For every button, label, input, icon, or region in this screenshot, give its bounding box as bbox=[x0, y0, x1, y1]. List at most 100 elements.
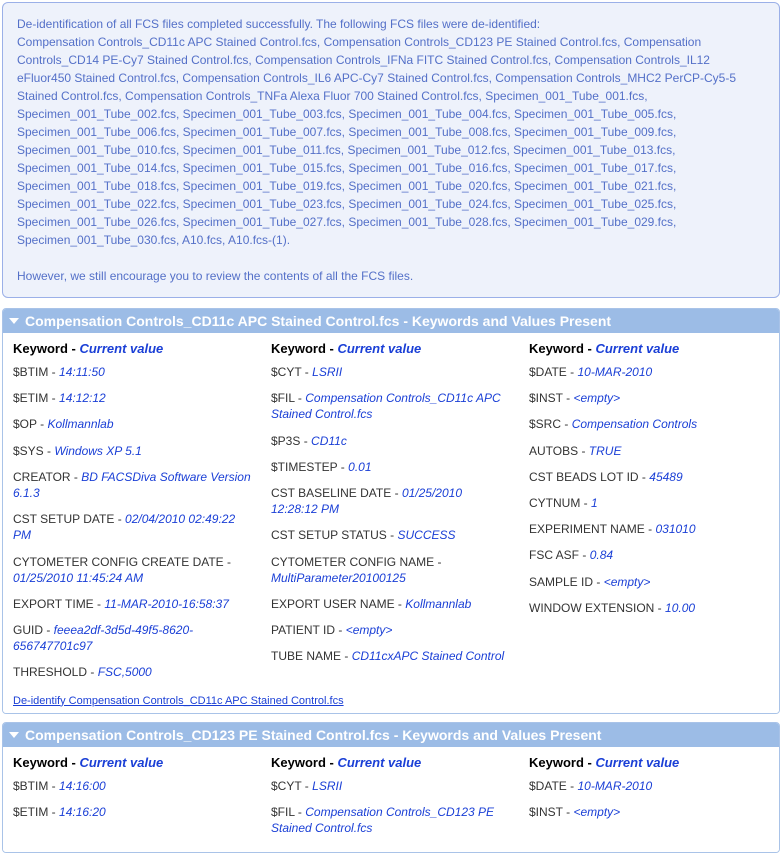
panel-body: Keyword - Current value$BTIM - 14:16:00$… bbox=[3, 747, 779, 853]
keyword-value: TRUE bbox=[589, 444, 622, 458]
keyword-row: CYTNUM - 1 bbox=[529, 495, 769, 511]
keyword-row: $BTIM - 14:16:00 bbox=[13, 778, 253, 794]
panel-header[interactable]: Compensation Controls_CD11c APC Stained … bbox=[3, 309, 779, 333]
keyword-name: AUTOBS bbox=[529, 444, 578, 458]
keyword-row: $DATE - 10-MAR-2010 bbox=[529, 778, 769, 794]
keyword-value: 11-MAR-2010-16:58:37 bbox=[104, 597, 229, 611]
deid-notice: De-identification of all FCS files compl… bbox=[2, 2, 780, 298]
keyword-value: 14:12:12 bbox=[59, 391, 106, 405]
keyword-value: Windows XP 5.1 bbox=[54, 444, 142, 458]
keyword-row: $CYT - LSRII bbox=[271, 364, 511, 380]
keyword-row: $DATE - 10-MAR-2010 bbox=[529, 364, 769, 380]
keyword-value: 0.01 bbox=[348, 460, 371, 474]
keyword-name: $FIL bbox=[271, 391, 295, 405]
keyword-row: WINDOW EXTENSION - 10.00 bbox=[529, 600, 769, 616]
panel-title: Compensation Controls_CD11c APC Stained … bbox=[25, 313, 611, 329]
keyword-value: FSC,5000 bbox=[98, 665, 152, 679]
col-head-current-value: Current value bbox=[79, 341, 163, 356]
keyword-row: CST BASELINE DATE - 01/25/2010 12:28:12 … bbox=[271, 485, 511, 517]
column-header: Keyword - Current value bbox=[13, 755, 253, 770]
col-head-keyword: Keyword bbox=[271, 755, 326, 770]
keyword-column: Keyword - Current value$CYT - LSRII$FIL … bbox=[271, 341, 511, 691]
panel-body: Keyword - Current value $BTIM - 14:11:50 $… bbox=[3, 333, 779, 713]
keyword-value: 10.00 bbox=[665, 601, 695, 615]
collapse-icon bbox=[9, 732, 19, 738]
keyword-row: $ETIM - 14:12:12 bbox=[13, 390, 253, 406]
keyword-value: MultiParameter20100125 bbox=[271, 571, 406, 585]
keyword-value: CD11cxAPC Stained Control bbox=[352, 649, 505, 663]
keyword-name: EXPERIMENT NAME bbox=[529, 522, 645, 536]
keyword-row: CYTOMETER CONFIG CREATE DATE - 01/25/201… bbox=[13, 554, 253, 586]
panel-title: Compensation Controls_CD123 PE Stained C… bbox=[25, 727, 601, 743]
column-header: Keyword - Current value bbox=[271, 755, 511, 770]
keyword-value: 031010 bbox=[655, 522, 695, 536]
keyword-name: $CYT bbox=[271, 365, 301, 379]
column-header: Keyword - Current value bbox=[13, 341, 253, 356]
keyword-name: CYTOMETER CONFIG NAME bbox=[271, 555, 434, 569]
keyword-value: <empty> bbox=[573, 391, 620, 405]
keyword-column: Keyword - Current value$BTIM - 14:16:00$… bbox=[13, 755, 253, 847]
keyword-value: CD11c bbox=[311, 434, 347, 448]
keyword-name: GUID bbox=[13, 623, 43, 637]
keywords-panel: Compensation Controls_CD11c APC Stained … bbox=[2, 308, 780, 714]
keyword-name: PATIENT ID bbox=[271, 623, 335, 637]
keyword-row: $BTIM - 14:11:50 bbox=[13, 364, 253, 380]
keyword-row: $INST - <empty> bbox=[529, 804, 769, 820]
keyword-value: <empty> bbox=[346, 623, 393, 637]
keyword-value: Kollmannlab bbox=[47, 417, 113, 431]
keyword-row: AUTOBS - TRUE bbox=[529, 443, 769, 459]
keyword-name: EXPORT USER NAME bbox=[271, 597, 395, 611]
keyword-name: $TIMESTEP bbox=[271, 460, 337, 474]
keyword-row: THRESHOLD - FSC,5000 bbox=[13, 664, 253, 680]
keyword-column: Keyword - Current value $BTIM - 14:11:50 $… bbox=[13, 341, 253, 691]
keyword-row: $CYT - LSRII bbox=[271, 778, 511, 794]
keyword-value: Compensation Controls_CD123 PE Stained C… bbox=[271, 805, 494, 835]
keyword-row: CST BEADS LOT ID - 45489 bbox=[529, 469, 769, 485]
keyword-column: Keyword - Current value $DATE - 10-MAR-20… bbox=[529, 755, 769, 847]
keyword-row: $ETIM - 14:16:20 bbox=[13, 804, 253, 820]
keyword-name: WINDOW EXTENSION bbox=[529, 601, 654, 615]
keyword-value: 0.84 bbox=[590, 548, 613, 562]
keyword-value: Kollmannlab bbox=[405, 597, 471, 611]
keyword-name: SAMPLE ID bbox=[529, 575, 593, 589]
keyword-column: Keyword - Current value $DATE - 10-MAR-20… bbox=[529, 341, 769, 691]
keyword-name: $FIL bbox=[271, 805, 295, 819]
column-header: Keyword - Current value bbox=[529, 341, 769, 356]
keyword-name: $BTIM bbox=[13, 779, 48, 793]
keyword-row: $TIMESTEP - 0.01 bbox=[271, 459, 511, 475]
keyword-name: $INST bbox=[529, 805, 563, 819]
panel-header[interactable]: Compensation Controls_CD123 PE Stained C… bbox=[3, 723, 779, 747]
keyword-row: CYTOMETER CONFIG NAME - MultiParameter20… bbox=[271, 554, 511, 586]
notice-outro: However, we still encourage you to revie… bbox=[17, 267, 765, 285]
keyword-value: LSRII bbox=[312, 779, 342, 793]
keyword-value: Compensation Controls_CD11c APC Stained … bbox=[271, 391, 501, 421]
keyword-row: $P3S - CD11c bbox=[271, 433, 511, 449]
keywords-panel: Compensation Controls_CD123 PE Stained C… bbox=[2, 722, 780, 854]
keyword-row: GUID - feeea2df-3d5d-49f5-8620-656747701… bbox=[13, 622, 253, 654]
keyword-row: CST SETUP DATE - 02/04/2010 02:49:22 PM bbox=[13, 511, 253, 543]
col-head-keyword: Keyword bbox=[529, 755, 584, 770]
keyword-name: CST SETUP DATE bbox=[13, 512, 114, 526]
keyword-name: $INST bbox=[529, 391, 563, 405]
keyword-name: CST SETUP STATUS bbox=[271, 528, 387, 542]
col-head-keyword: Keyword bbox=[13, 755, 68, 770]
keyword-value: 14:11:50 bbox=[59, 365, 105, 379]
column-header: Keyword - Current value bbox=[529, 755, 769, 770]
col-head-current-value: Current value bbox=[337, 755, 421, 770]
col-head-current-value: Current value bbox=[595, 341, 679, 356]
col-head-keyword: Keyword bbox=[271, 341, 326, 356]
keyword-value: <empty> bbox=[573, 805, 620, 819]
keyword-value: 01/25/2010 11:45:24 AM bbox=[13, 571, 143, 585]
keyword-value: 14:16:00 bbox=[59, 779, 106, 793]
col-head-current-value: Current value bbox=[595, 755, 679, 770]
keyword-name: CYTOMETER CONFIG CREATE DATE bbox=[13, 555, 224, 569]
deidentify-link[interactable]: De-identify Compensation Controls_CD11c … bbox=[13, 695, 344, 707]
keyword-value: 1 bbox=[591, 496, 598, 510]
keyword-row: $FIL - Compensation Controls_CD11c APC S… bbox=[271, 390, 511, 422]
keyword-name: $SYS bbox=[13, 444, 44, 458]
keyword-row: CST SETUP STATUS - SUCCESS bbox=[271, 527, 511, 543]
keyword-row: EXPORT TIME - 11-MAR-2010-16:58:37 bbox=[13, 596, 253, 612]
keyword-row: $FIL - Compensation Controls_CD123 PE St… bbox=[271, 804, 511, 836]
keyword-name: CST BASELINE DATE bbox=[271, 486, 391, 500]
keyword-name: THRESHOLD bbox=[13, 665, 87, 679]
